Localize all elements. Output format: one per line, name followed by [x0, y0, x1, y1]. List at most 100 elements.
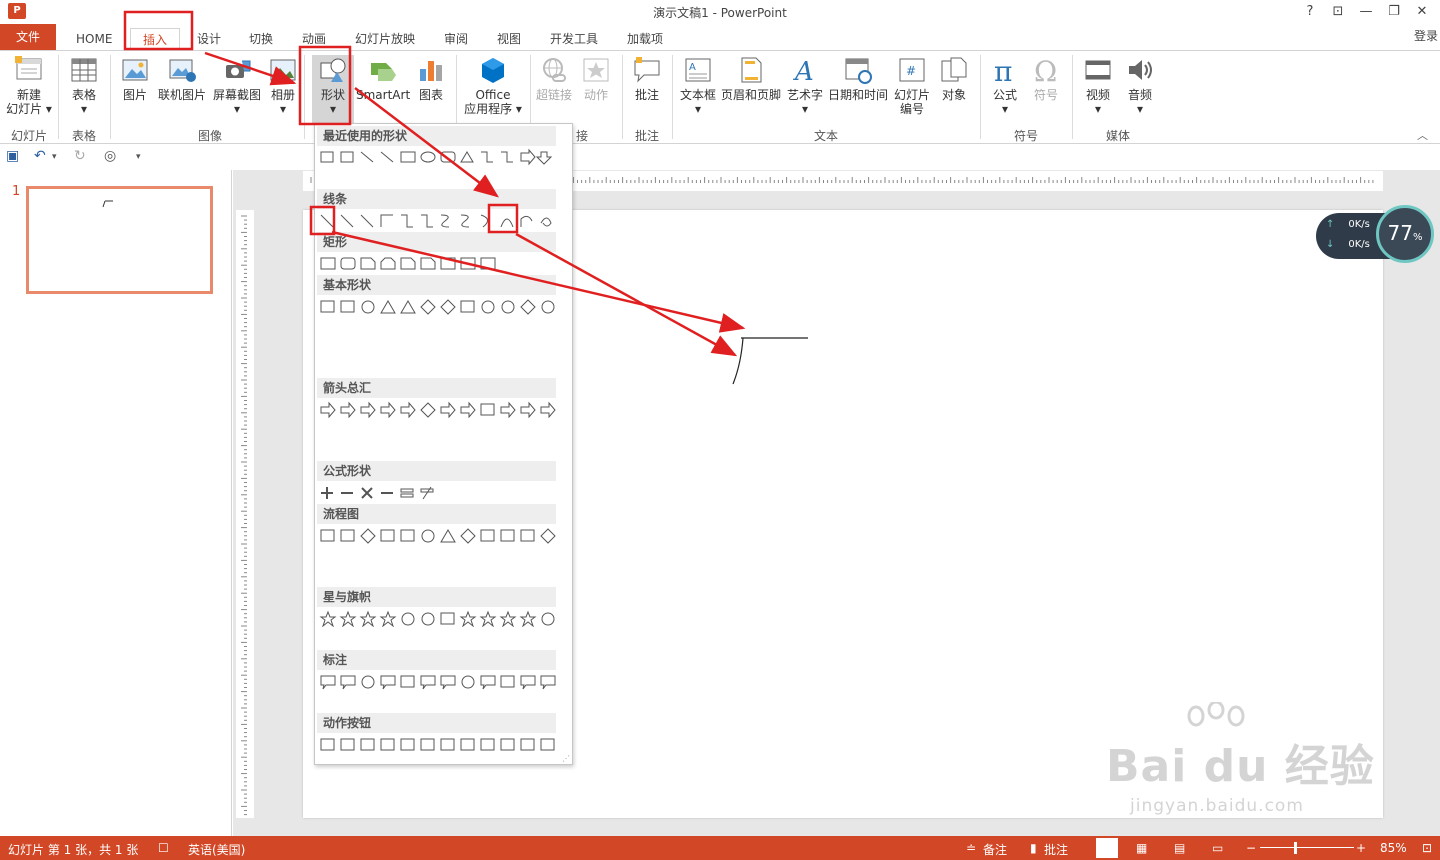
object-button[interactable]: 对象 — [936, 55, 972, 102]
ribbon-tabs: 文件 HOME 插入 设计 切换 动画 幻灯片放映 审阅 视图 开发工具 加载项… — [0, 24, 1440, 50]
resize-grip-icon[interactable]: ⋰ — [562, 754, 570, 763]
tab-view[interactable]: 视图 — [497, 28, 521, 50]
slide-position-status[interactable]: 幻灯片 第 1 张，共 1 张 — [8, 841, 138, 858]
screenshot-button[interactable]: 屏幕截图 ▾ — [210, 55, 264, 116]
window-controls: ? ⊡ — ❐ ✕ — [1298, 2, 1434, 22]
zoom-out-icon[interactable]: − — [1246, 841, 1256, 855]
online-picture-button[interactable]: 联机图片 — [156, 55, 208, 102]
tab-developer[interactable]: 开发工具 — [550, 28, 598, 50]
date-time-button[interactable]: 日期和时间 — [828, 55, 888, 102]
tab-design[interactable]: 设计 — [197, 28, 221, 50]
tab-addins[interactable]: 加载项 — [627, 28, 663, 50]
spell-check-icon[interactable]: ☐ — [158, 841, 169, 855]
callouts-grid[interactable] — [318, 672, 558, 690]
picture-button[interactable]: 图片 — [118, 55, 152, 102]
tab-transitions[interactable]: 切换 — [249, 28, 273, 50]
zoom-slider-track[interactable] — [1260, 847, 1354, 848]
tab-file[interactable]: 文件 — [0, 24, 56, 50]
action-star-icon — [583, 58, 609, 82]
download-speed: 0K/s — [1348, 239, 1370, 250]
basic-shapes-grid[interactable] — [318, 297, 558, 315]
group-label-text: 文本 — [813, 129, 838, 143]
symbol-button[interactable]: Ω 符号 — [1028, 55, 1064, 102]
equation-button[interactable]: π 公式 ▾ — [986, 55, 1024, 116]
minimize-button[interactable]: — — [1354, 2, 1378, 22]
photo-album-button[interactable]: 相册 ▾ — [266, 55, 300, 116]
tab-home[interactable]: HOME — [76, 28, 112, 50]
comment-button[interactable]: 批注 — [628, 55, 666, 102]
flowchart-grid[interactable] — [318, 526, 558, 544]
tab-review[interactable]: 审阅 — [444, 28, 468, 50]
tab-insert[interactable]: 插入 — [130, 28, 180, 50]
arc-shape[interactable] — [732, 337, 744, 385]
comment-icon — [634, 57, 660, 83]
shapes-button[interactable]: 形状 ▾ — [312, 55, 354, 125]
slide-number-button[interactable]: # 幻灯片 编号 — [892, 55, 932, 116]
table-button[interactable]: 表格 ▾ — [66, 55, 102, 116]
network-speed-widget[interactable]: ↑ 0K/s ↓ 0K/s 77% — [1316, 205, 1434, 263]
comments-button[interactable]: 批注 — [1044, 841, 1068, 858]
window-title: 演示文稿1 - PowerPoint — [653, 6, 787, 20]
fit-slide-icon[interactable]: ⊡ — [1422, 841, 1432, 855]
zoom-slider-thumb[interactable] — [1294, 842, 1297, 854]
textbox-button[interactable]: A 文本框 ▾ — [678, 55, 718, 116]
collapse-ribbon-icon[interactable]: ︿ — [1417, 127, 1428, 143]
chart-icon — [420, 61, 442, 81]
section-callouts: 标注 — [317, 650, 556, 670]
group-label-symbols: 符号 — [1013, 129, 1038, 143]
rectangles-row[interactable] — [318, 254, 558, 272]
picture-icon — [122, 59, 148, 81]
start-slideshow-icon[interactable]: ◎ — [104, 148, 116, 164]
slide-thumbnail[interactable] — [26, 186, 213, 294]
close-button[interactable]: ✕ — [1410, 2, 1434, 22]
stars-banners-grid[interactable] — [318, 609, 558, 627]
new-slide-button[interactable]: 新建 幻灯片 ▾ — [6, 55, 52, 116]
ribbon-display-button[interactable]: ⊡ — [1326, 2, 1350, 22]
save-icon[interactable]: ▣ — [6, 148, 19, 164]
recent-shapes-row[interactable]: { } — [318, 148, 558, 166]
photo-album-icon — [270, 59, 296, 81]
language-status[interactable]: 英语(美国) — [188, 841, 245, 858]
smartart-button[interactable]: SmartArt — [356, 55, 410, 102]
zoom-in-icon[interactable]: + — [1356, 841, 1366, 855]
action-button[interactable]: 动作 — [578, 55, 614, 102]
restore-button[interactable]: ❐ — [1382, 2, 1406, 22]
office-apps-button[interactable]: Office 应用程序 ▾ — [462, 55, 524, 116]
calendar-icon — [845, 58, 872, 84]
new-slide-icon — [15, 56, 42, 80]
video-button[interactable]: 视频 ▾ — [1080, 55, 1116, 116]
hyperlink-icon — [543, 58, 566, 82]
wordart-button[interactable]: A 艺术字 ▾ — [784, 55, 826, 116]
help-button[interactable]: ? — [1298, 2, 1322, 22]
group-label-links: 接 — [575, 129, 588, 143]
ribbon: 新建 幻灯片 ▾ 表格 ▾ 图片 联机图片 屏幕截图 ▾ 相册 ▾ 形状 ▾ S… — [0, 50, 1440, 144]
textbox-icon: A — [685, 58, 711, 82]
login-link[interactable]: 登录 — [1414, 27, 1438, 44]
lines-row[interactable] — [318, 211, 558, 229]
audio-button[interactable]: 音频 ▾ — [1122, 55, 1158, 116]
omega-icon: Ω — [1034, 55, 1057, 85]
block-arrows-grid[interactable] — [318, 400, 558, 418]
slide-sorter-icon[interactable]: ▦ — [1136, 841, 1147, 855]
wordart-icon: A — [793, 57, 814, 85]
hyperlink-button[interactable]: 超链接 — [534, 55, 574, 102]
customize-toolbar-icon[interactable]: ▾ — [136, 152, 141, 162]
equation-shapes-row[interactable] — [318, 483, 558, 501]
tab-animations[interactable]: 动画 — [302, 28, 326, 50]
notes-button[interactable]: 备注 — [983, 841, 1007, 858]
header-footer-button[interactable]: 页眉和页脚 — [720, 55, 782, 102]
comments-icon: ▮ — [1030, 841, 1037, 855]
normal-view-button[interactable] — [1096, 838, 1118, 858]
watermark-url: jingyan.baidu.com — [1130, 796, 1304, 816]
status-bar: 幻灯片 第 1 张，共 1 张 ☐ 英语(美国) ≐ 备注 ▮ 批注 ▦ ▤ ▭… — [0, 836, 1440, 860]
zoom-level[interactable]: 85% — [1380, 841, 1407, 855]
slideshow-view-icon[interactable]: ▭ — [1212, 841, 1223, 855]
undo-icon[interactable]: ↶ — [34, 148, 46, 164]
redo-icon[interactable]: ↻ — [74, 148, 86, 164]
chart-button[interactable]: 图表 — [414, 55, 448, 102]
svg-text:#: # — [906, 64, 916, 78]
tab-slideshow[interactable]: 幻灯片放映 — [355, 28, 415, 50]
reading-view-icon[interactable]: ▤ — [1174, 841, 1185, 855]
undo-dropdown-icon[interactable]: ▾ — [52, 152, 57, 162]
action-buttons-row[interactable] — [318, 735, 558, 753]
